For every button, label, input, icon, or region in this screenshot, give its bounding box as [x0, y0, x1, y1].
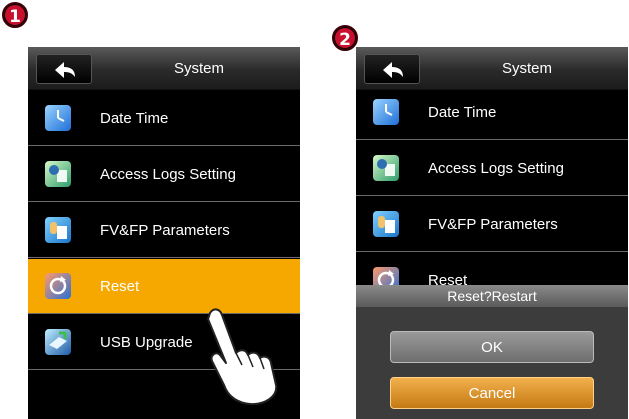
screen-title: System — [501, 60, 552, 77]
step-badge-1: 1 — [2, 2, 28, 28]
clock-icon — [373, 99, 399, 125]
reset-icon — [45, 273, 71, 299]
menu-item-label: FV&FP Parameters — [428, 216, 558, 233]
menu-item-label: Access Logs Setting — [428, 160, 564, 177]
menu-item-fv-fp-parameters[interactable]: FV&FP Parameters — [28, 203, 300, 258]
back-arrow-icon — [383, 62, 403, 78]
parameters-icon — [45, 217, 71, 243]
logs-icon — [373, 155, 399, 181]
menu-item-label: FV&FP Parameters — [100, 222, 230, 239]
menu-item-label: USB Upgrade — [100, 334, 193, 351]
usb-upgrade-icon — [45, 329, 71, 355]
parameters-icon — [373, 211, 399, 237]
back-button[interactable] — [364, 54, 420, 84]
step-badge-2: 2 — [332, 25, 358, 51]
back-arrow-icon — [55, 62, 75, 78]
menu-item-label: Date Time — [100, 110, 169, 127]
cancel-button[interactable]: Cancel — [390, 377, 594, 409]
ok-button[interactable]: OK — [390, 331, 594, 363]
menu-item-date-time[interactable]: Date Time — [356, 85, 628, 140]
menu-item-fv-fp-parameters[interactable]: FV&FP Parameters — [356, 197, 628, 252]
menu-item-label: Reset — [100, 278, 140, 295]
reset-confirm-dialog: Reset?Restart OK Cancel — [356, 285, 628, 419]
menu-item-access-logs-setting[interactable]: Access Logs Setting — [28, 147, 300, 202]
logs-icon — [45, 161, 71, 187]
clock-icon — [45, 105, 71, 131]
device-screen-2: System Date Time Access Logs Setting FV&… — [356, 47, 628, 419]
screen-title: System — [173, 60, 224, 77]
title-bar: System — [28, 47, 300, 90]
menu-item-access-logs-setting[interactable]: Access Logs Setting — [356, 141, 628, 196]
back-button[interactable] — [36, 54, 92, 84]
menu-item-label: Access Logs Setting — [100, 166, 236, 183]
menu-item-label: Date Time — [428, 104, 497, 121]
menu-item-date-time[interactable]: Date Time — [28, 91, 300, 146]
pointing-hand-icon — [207, 308, 278, 405]
title-bar: System — [356, 47, 628, 90]
dialog-title: Reset?Restart — [356, 285, 628, 307]
device-screen-1: System Date Time Access Logs Setting FV&… — [28, 47, 300, 419]
